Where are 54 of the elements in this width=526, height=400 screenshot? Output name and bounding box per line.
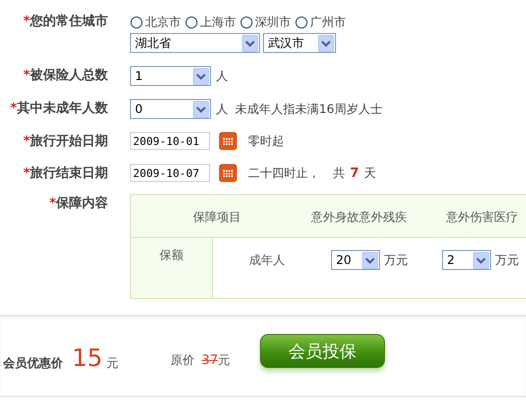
date-field[interactable]: 2009-10-07 — [130, 164, 210, 182]
required-mark: * — [23, 165, 30, 183]
caret-icon — [193, 100, 209, 118]
unit-label: 万元 — [495, 252, 519, 268]
caret-icon — [362, 252, 378, 268]
count-select[interactable]: 1 — [130, 66, 211, 86]
field-label: 被保险人总数 — [30, 67, 108, 85]
member-price-label: 会员优惠价 — [3, 354, 63, 372]
hint-text: 未成年人指未满16周岁人士 — [235, 100, 382, 118]
caret-icon — [318, 34, 334, 52]
row-header: 保额 — [160, 247, 184, 264]
date-field[interactable]: 2009-10-01 — [130, 132, 210, 150]
currency-label: 元 — [106, 354, 119, 372]
city-select[interactable]: 武汉市 — [263, 33, 336, 53]
unit-label: 万元 — [384, 252, 408, 268]
required-mark: * — [23, 67, 30, 85]
time-note: 二十四时止， — [248, 164, 320, 182]
day-count: 7 — [350, 166, 360, 180]
caret-icon — [193, 68, 209, 84]
time-note: 零时起 — [248, 132, 284, 150]
caret-icon — [473, 252, 489, 268]
city-radio[interactable]: 深圳市 — [240, 14, 291, 31]
original-price-label: 原价 — [170, 352, 195, 368]
required-mark: * — [49, 195, 56, 213]
column-header: 意外身故意外残疾 — [311, 209, 407, 226]
city-radio[interactable]: 上海市 — [185, 14, 236, 31]
member-insure-button[interactable]: 会员投保 — [260, 334, 386, 368]
calendar-icon[interactable] — [219, 132, 237, 150]
field-label: 旅行结束日期 — [30, 165, 108, 183]
group-label: 成年人 — [248, 252, 286, 268]
amount-select[interactable]: 20 — [331, 250, 380, 270]
unit-label: 人 — [216, 100, 228, 118]
city-radio[interactable]: 北京市 — [130, 14, 181, 31]
required-mark: * — [23, 13, 30, 31]
field-label: 其中未成年人数 — [17, 100, 108, 118]
unit-label: 人 — [216, 68, 228, 84]
calendar-icon[interactable] — [219, 164, 237, 182]
required-mark: * — [23, 133, 30, 151]
province-select[interactable]: 湖北省 — [130, 33, 260, 53]
city-radio[interactable]: 广州市 — [295, 14, 346, 31]
currency-label: 元 — [218, 352, 230, 368]
total-label: 共 — [333, 164, 345, 182]
original-price: 37 — [202, 352, 218, 368]
field-label: 旅行开始日期 — [30, 133, 108, 151]
required-mark: * — [10, 100, 17, 118]
unit-label: 天 — [364, 164, 376, 182]
column-header: 保障项目 — [193, 209, 241, 226]
column-header: 意外伤害医疗 — [446, 209, 518, 226]
field-label: 您的常住城市 — [30, 12, 108, 31]
count-select[interactable]: 0 — [130, 99, 211, 119]
member-price: 15 — [72, 344, 103, 372]
field-label: 保障内容 — [56, 194, 108, 213]
caret-icon — [242, 34, 258, 52]
amount-select[interactable]: 2 — [442, 250, 491, 270]
